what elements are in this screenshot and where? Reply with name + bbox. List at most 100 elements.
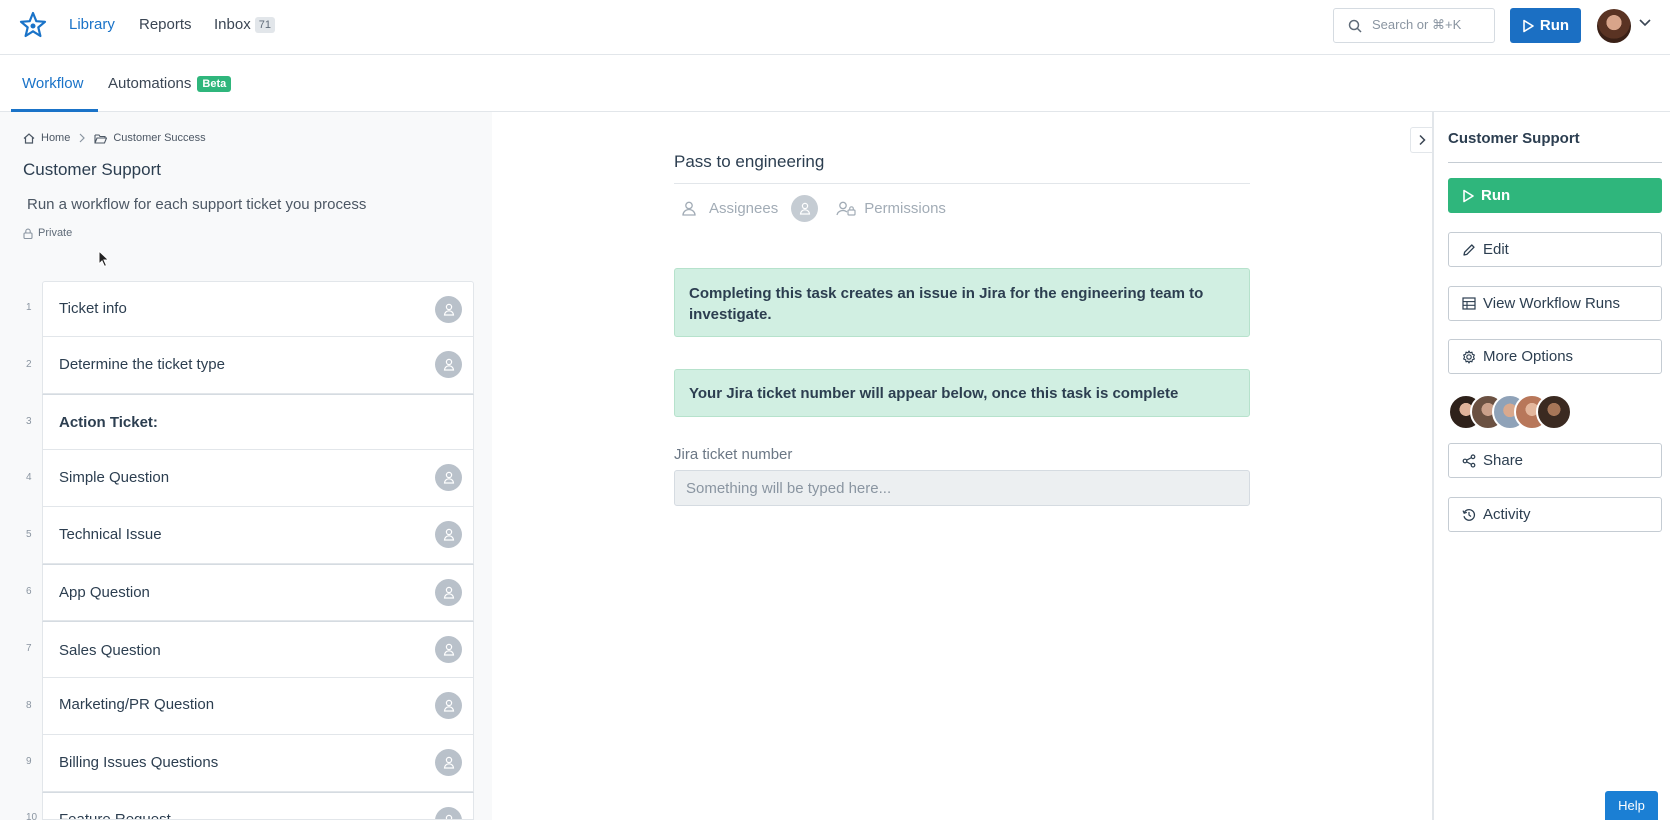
assignee-placeholder-icon[interactable]: [435, 636, 462, 663]
step-item-marketing-question[interactable]: Marketing/PR Question: [42, 678, 474, 735]
home-icon: [23, 132, 35, 144]
permissions-button[interactable]: Permissions: [864, 200, 946, 217]
step-item-app-question[interactable]: App Question: [42, 564, 474, 621]
user-lock-icon: [836, 201, 856, 216]
privacy-status: Private: [23, 227, 72, 239]
jira-ticket-input[interactable]: [674, 470, 1250, 506]
workflow-outline-panel: Home Customer Success Customer Support R…: [0, 112, 492, 820]
step-label: Determine the ticket type: [59, 356, 225, 373]
step-number: 4: [26, 472, 32, 483]
chevron-down-icon[interactable]: [1638, 18, 1652, 28]
collapse-panel-button[interactable]: [1410, 127, 1432, 153]
step-number: 8: [26, 700, 32, 711]
step-item-feature-request[interactable]: Feature Request: [42, 792, 474, 820]
edit-button[interactable]: Edit: [1448, 232, 1662, 267]
edit-button-label: Edit: [1483, 241, 1509, 258]
lock-icon: [23, 228, 33, 239]
step-item-ticket-type[interactable]: Determine the ticket type: [42, 337, 474, 394]
play-icon: [1463, 189, 1474, 202]
share-button[interactable]: Share: [1448, 443, 1662, 478]
assignee-placeholder-icon[interactable]: [791, 195, 819, 222]
user-avatar[interactable]: [1597, 9, 1631, 43]
step-number: 6: [26, 586, 32, 597]
tab-workflow[interactable]: Workflow: [22, 75, 83, 92]
step-label: Sales Question: [59, 642, 161, 659]
breadcrumb-home[interactable]: Home: [41, 132, 70, 144]
panel-divider: [1448, 162, 1662, 163]
run-button[interactable]: Run: [1448, 178, 1662, 213]
step-label: Technical Issue: [59, 526, 162, 543]
step-number: 3: [26, 416, 32, 427]
step-label: Ticket info: [59, 300, 127, 317]
breadcrumb: Home Customer Success: [23, 132, 206, 144]
jira-ticket-field-label: Jira ticket number: [674, 446, 793, 463]
share-button-label: Share: [1483, 452, 1524, 469]
step-number: 9: [26, 756, 32, 767]
step-label: Action Ticket:: [59, 414, 158, 431]
breadcrumb-folder[interactable]: Customer Success: [113, 132, 205, 144]
chevron-right-icon: [1418, 134, 1426, 146]
nav-library[interactable]: Library: [69, 16, 115, 33]
tab-automations[interactable]: Automations Beta: [108, 75, 232, 92]
workflow-description: Run a workflow for each support ticket y…: [27, 196, 367, 213]
tab-automations-label: Automations: [108, 75, 192, 92]
avatar[interactable]: [1536, 394, 1572, 430]
assignee-placeholder-icon[interactable]: [435, 464, 462, 491]
jira-ticket-callout: Your Jira ticket number will appear belo…: [674, 369, 1250, 417]
help-button[interactable]: Help: [1605, 791, 1658, 820]
assignee-placeholder-icon[interactable]: [435, 579, 462, 606]
share-icon: [1462, 453, 1476, 468]
beta-badge: Beta: [197, 76, 232, 92]
mouse-cursor-icon: [98, 250, 110, 268]
table-icon: [1462, 297, 1476, 310]
search-icon: [1348, 19, 1362, 33]
step-label: Feature Request: [59, 811, 171, 820]
assignee-placeholder-icon[interactable]: [435, 296, 462, 323]
run-button-top-label: Run: [1539, 17, 1570, 34]
assignee-placeholder-icon[interactable]: [435, 692, 462, 719]
step-number: 10: [26, 812, 38, 820]
panel-title: Customer Support: [1448, 130, 1580, 147]
star-logo-icon[interactable]: [19, 11, 47, 39]
chevron-right-icon: [79, 133, 86, 143]
privacy-label: Private: [38, 227, 73, 239]
nav-reports[interactable]: Reports: [139, 16, 192, 33]
task-title[interactable]: Pass to engineering: [674, 152, 824, 172]
step-item-billing-questions[interactable]: Billing Issues Questions: [42, 735, 474, 792]
assignee-placeholder-icon[interactable]: [435, 807, 462, 819]
jira-info-callout: Completing this task creates an issue in…: [674, 268, 1250, 337]
step-number: 2: [26, 359, 32, 370]
play-icon: [1523, 19, 1534, 32]
step-item-ticket-info[interactable]: Ticket info: [42, 281, 474, 337]
top-navbar: Library Reports Inbox71 Run: [0, 0, 1670, 55]
assignees-button[interactable]: Assignees: [709, 200, 778, 217]
step-item-simple-question[interactable]: Simple Question: [42, 450, 474, 507]
gear-icon: [1463, 349, 1475, 364]
view-workflow-runs-button[interactable]: View Workflow Runs: [1448, 286, 1662, 321]
step-number: 5: [26, 529, 32, 540]
inbox-count-badge: 71: [254, 17, 275, 33]
nav-inbox-label: Inbox: [214, 16, 251, 33]
history-icon: [1462, 508, 1476, 521]
assignee-placeholder-icon[interactable]: [435, 351, 462, 378]
step-label: Marketing/PR Question: [59, 696, 215, 713]
assignee-placeholder-icon[interactable]: [435, 749, 462, 776]
step-heading-action-ticket[interactable]: Action Ticket:: [42, 394, 474, 450]
user-icon: [682, 201, 696, 216]
nav-inbox[interactable]: Inbox 71: [214, 16, 275, 33]
run-button-top[interactable]: Run: [1510, 8, 1581, 43]
step-item-sales-question[interactable]: Sales Question: [42, 621, 474, 678]
workflow-tabs: Workflow Automations Beta: [0, 55, 1670, 112]
step-label: Simple Question: [59, 469, 170, 486]
activity-button-label: Activity: [1483, 506, 1531, 523]
run-button-label: Run: [1481, 187, 1511, 204]
search-input[interactable]: [1372, 17, 1487, 32]
step-item-technical-issue[interactable]: Technical Issue: [42, 507, 474, 564]
more-options-button[interactable]: More Options: [1448, 339, 1662, 374]
shared-users-avatars[interactable]: [1448, 394, 1588, 430]
workflow-actions-panel: Customer Support Run Edit View Workflow …: [1432, 112, 1670, 820]
activity-button[interactable]: Activity: [1448, 497, 1662, 532]
assignee-placeholder-icon[interactable]: [435, 521, 462, 548]
view-workflow-runs-label: View Workflow Runs: [1483, 295, 1620, 312]
search-box[interactable]: [1333, 8, 1495, 43]
